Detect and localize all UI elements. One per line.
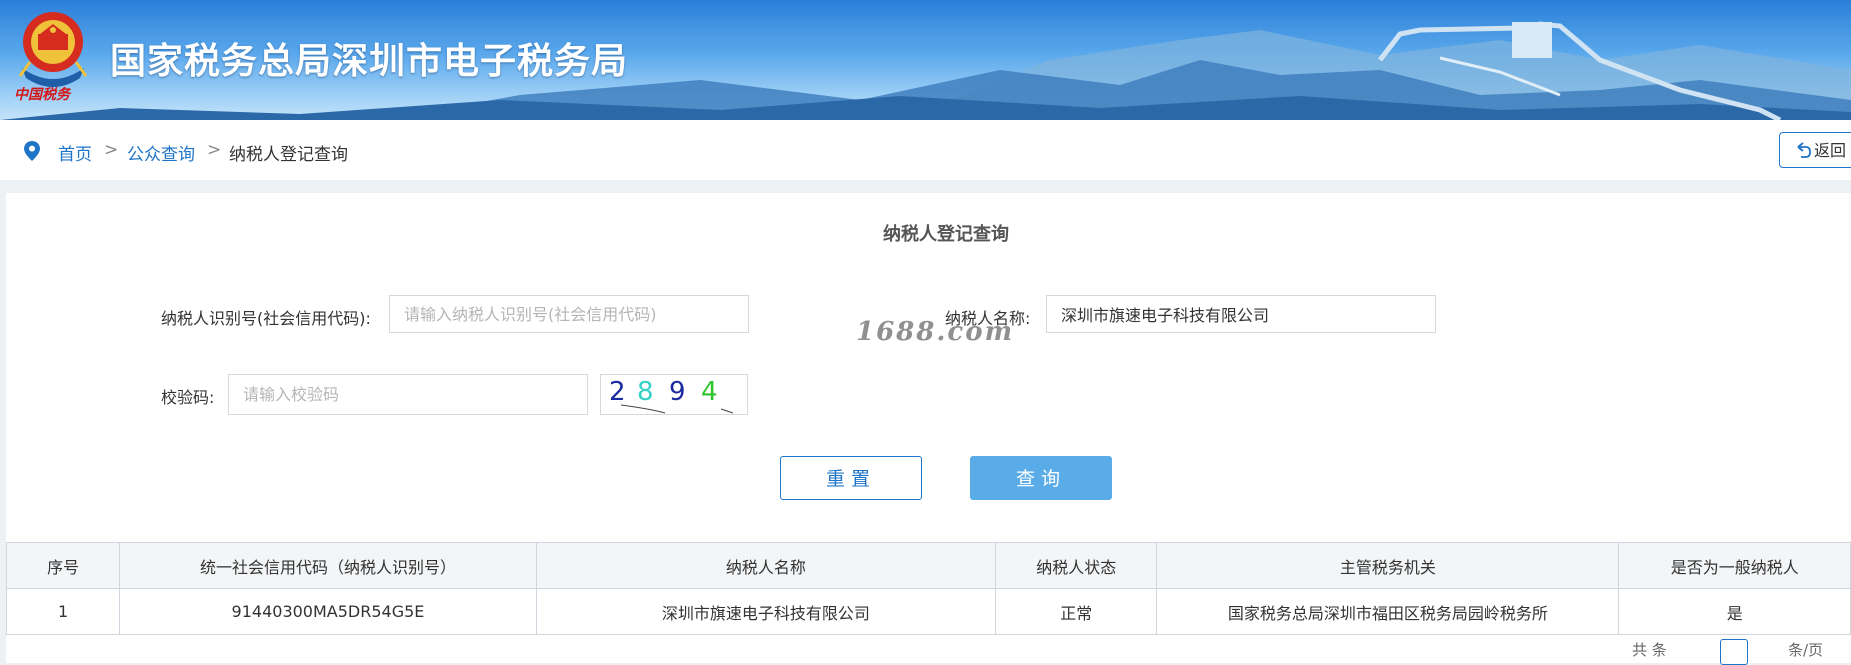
column-header: 纳税人状态 bbox=[995, 542, 1158, 589]
taxpayer-name-input[interactable] bbox=[1046, 295, 1436, 333]
breadcrumb-separator: > bbox=[104, 140, 119, 160]
captcha-image[interactable]: 2 8 9 4 bbox=[600, 374, 748, 415]
location-pin-icon bbox=[24, 141, 40, 161]
site-title: 国家税务总局深圳市电子税务局 bbox=[110, 41, 629, 82]
captcha-digit: 9 bbox=[669, 377, 686, 407]
back-button[interactable]: 返回 bbox=[1779, 132, 1851, 168]
column-header: 是否为一般纳税人 bbox=[1618, 542, 1851, 589]
reset-button[interactable]: 重置 bbox=[780, 456, 922, 500]
breadcrumb-home[interactable]: 首页 bbox=[58, 140, 92, 165]
column-header: 统一社会信用代码（纳税人识别号） bbox=[119, 542, 537, 589]
pager-page-size[interactable]: 条/页 bbox=[1788, 639, 1823, 660]
page-title: 纳税人登记查询 bbox=[883, 224, 1009, 245]
pager-total: 共 条 bbox=[1632, 641, 1667, 659]
captcha-digit: 4 bbox=[701, 377, 718, 407]
breadcrumb-separator: > bbox=[207, 140, 222, 160]
captcha-input[interactable] bbox=[228, 374, 588, 415]
column-header: 序号 bbox=[5, 542, 121, 589]
general-taxpayer-cell: 是 bbox=[1618, 588, 1851, 635]
return-arrow-icon bbox=[1797, 142, 1811, 158]
taxpayer-id-label: 纳税人识别号(社会信用代码): bbox=[161, 309, 371, 328]
taxpayer-name-cell: 深圳市旗速电子科技有限公司 bbox=[535, 588, 997, 635]
captcha-digits: 2 8 9 4 bbox=[609, 377, 734, 414]
header-banner: 中国税务 国家税务总局深圳市电子税务局 bbox=[0, 0, 1851, 120]
column-header: 主管税务机关 bbox=[1156, 542, 1620, 589]
taxpayer-status-cell: 正常 bbox=[995, 588, 1158, 635]
taxpayer-id-input[interactable] bbox=[389, 295, 749, 333]
breadcrumb: 首页 > 公众查询 > 纳税人登记查询 返回 bbox=[0, 120, 1851, 180]
emblem-caption: 中国税务 bbox=[14, 87, 70, 103]
row-index: 1 bbox=[5, 588, 121, 635]
back-label: 返回 bbox=[1814, 141, 1847, 160]
captcha-digit: 8 bbox=[637, 377, 654, 407]
breadcrumb-current: 纳税人登记查询 bbox=[229, 145, 348, 165]
watermark: 1688.com bbox=[856, 317, 1015, 347]
captcha-label: 校验码: bbox=[161, 388, 215, 407]
pager-current-page[interactable] bbox=[1720, 639, 1748, 665]
result-table: 序号 统一社会信用代码（纳税人识别号） 纳税人名称 纳税人状态 主管税务机关 是… bbox=[5, 542, 1851, 635]
query-button[interactable]: 查询 bbox=[970, 456, 1112, 500]
breadcrumb-public-query[interactable]: 公众查询 bbox=[127, 140, 195, 165]
credit-code-cell: 91440300MA5DR54G5E bbox=[119, 588, 537, 635]
query-panel: 纳税人登记查询 纳税人识别号(社会信用代码): 纳税人名称: 1688.com … bbox=[5, 193, 1851, 665]
table-row: 1 91440300MA5DR54G5E 深圳市旗速电子科技有限公司 正常 国家… bbox=[5, 588, 1851, 635]
tax-authority-cell: 国家税务总局深圳市福田区税务局园岭税务所 bbox=[1156, 588, 1620, 635]
captcha-digit: 2 bbox=[609, 377, 626, 407]
column-header: 纳税人名称 bbox=[535, 542, 997, 589]
table-header-row: 序号 统一社会信用代码（纳税人识别号） 纳税人名称 纳税人状态 主管税务机关 是… bbox=[5, 542, 1851, 589]
